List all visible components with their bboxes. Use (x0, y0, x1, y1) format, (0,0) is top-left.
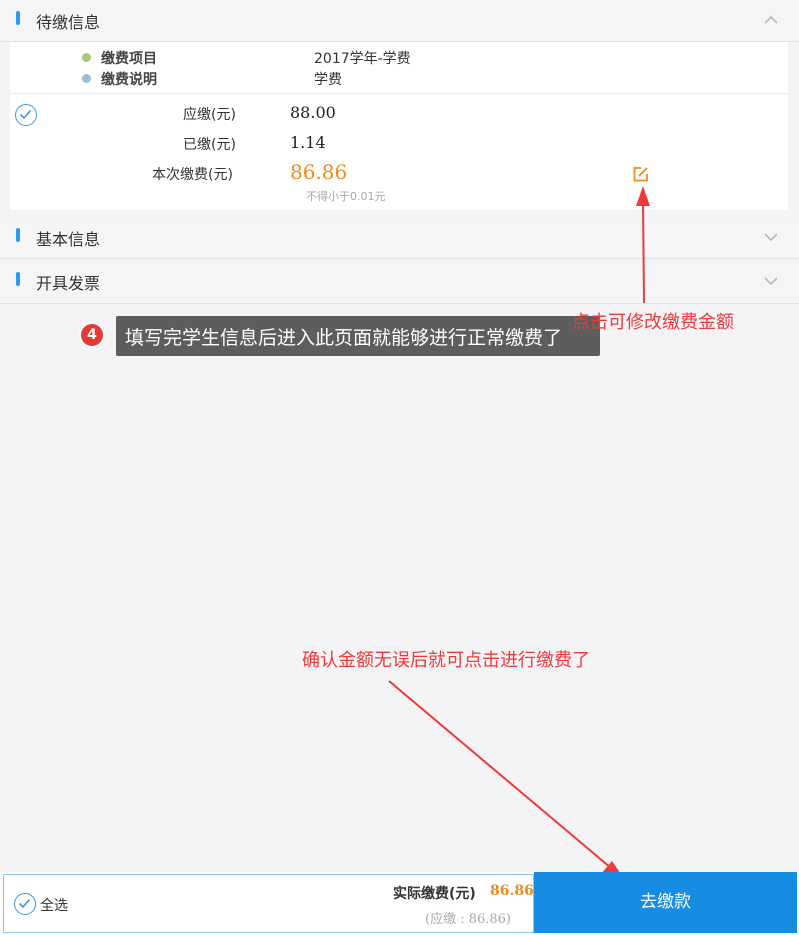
select-all-checkbox[interactable] (14, 893, 36, 915)
pay-button[interactable]: 去缴款 (534, 872, 797, 933)
annotation-arrows (388, 186, 650, 880)
edit-arrow-line (642, 201, 645, 304)
pay-arrow-line (388, 680, 612, 869)
actual-payment-label: 实际缴费(元) (393, 886, 476, 902)
actual-payment-amount: 86.86 (490, 883, 534, 899)
check-icon (18, 898, 31, 909)
edit-arrow-head (636, 186, 650, 206)
due-summary: (应缴 : 86.86) (425, 912, 512, 927)
select-all-label[interactable]: 全选 (40, 895, 68, 915)
footer-summary: 全选 实际缴费(元) 86.86 (应缴 : 86.86) (3, 874, 534, 933)
